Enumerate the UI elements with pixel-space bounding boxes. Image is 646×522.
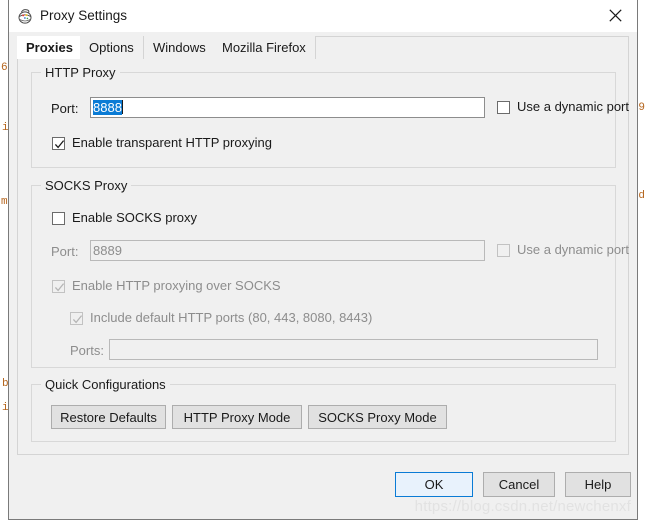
socks-port-label: Port: [51, 244, 79, 259]
checkbox-box [497, 100, 510, 114]
enable-socks-proxy-label: Enable SOCKS proxy [72, 210, 198, 225]
enable-transparent-http-proxying-checkbox[interactable]: Enable transparent HTTP proxying [52, 135, 272, 151]
http-port-value: 8888 [93, 100, 122, 115]
background-text-fragment: 6 [1, 62, 8, 74]
proxy-settings-dialog: Proxy Settings Proxies Options Windows M… [8, 0, 638, 520]
ok-button[interactable]: OK [395, 472, 473, 497]
tab-proxies[interactable]: Proxies [17, 36, 83, 60]
checkbox-box [52, 211, 65, 225]
http-proxy-group-title: HTTP Proxy [41, 65, 120, 80]
tab-windows[interactable]: Windows [144, 36, 216, 60]
http-proxy-group: HTTP Proxy Port: 8888 Use a dynamic port… [31, 65, 629, 168]
socks-proxy-group-title: SOCKS Proxy [41, 178, 132, 193]
http-dynamic-port-checkbox[interactable]: Use a dynamic port [497, 99, 629, 115]
text-caret [121, 100, 123, 114]
titlebar: Proxy Settings [9, 0, 637, 32]
quick-configurations-group-title: Quick Configurations [41, 377, 170, 392]
proxies-tab-page: HTTP Proxy Port: 8888 Use a dynamic port… [17, 59, 629, 455]
socks-port-input[interactable]: 8889 [90, 240, 485, 261]
tab-options[interactable]: Options [80, 36, 144, 60]
checkbox-box [70, 311, 83, 325]
tab-mozilla-firefox[interactable]: Mozilla Firefox [213, 36, 316, 60]
include-default-http-ports-label: Include default HTTP ports (80, 443, 808… [90, 310, 373, 325]
enable-transparent-http-proxying-label: Enable transparent HTTP proxying [72, 135, 272, 150]
socks-ports-input[interactable] [109, 339, 598, 360]
fiddler-icon [16, 7, 34, 25]
socks-proxy-mode-button[interactable]: SOCKS Proxy Mode [308, 405, 447, 429]
socks-port-value: 8889 [93, 243, 122, 258]
socks-ports-label: Ports: [70, 343, 104, 358]
restore-defaults-button[interactable]: Restore Defaults [51, 405, 166, 429]
http-proxy-mode-button[interactable]: HTTP Proxy Mode [172, 405, 302, 429]
enable-socks-proxy-checkbox[interactable]: Enable SOCKS proxy [52, 210, 197, 226]
checkmark-icon [54, 282, 65, 291]
quick-configurations-group: Quick Configurations Restore Defaults HT… [31, 377, 616, 442]
help-button[interactable]: Help [565, 472, 631, 497]
include-default-http-ports-checkbox[interactable]: Include default HTTP ports (80, 443, 808… [70, 310, 372, 326]
close-icon[interactable] [593, 0, 637, 31]
tab-strip: Proxies Options Windows Mozilla Firefox [17, 36, 629, 60]
socks-dynamic-port-checkbox[interactable]: Use a dynamic port [497, 242, 629, 258]
http-dynamic-port-label: Use a dynamic port [517, 99, 629, 114]
socks-proxy-group: SOCKS Proxy Enable SOCKS proxy Port: 888… [31, 178, 629, 368]
http-port-label: Port: [51, 101, 79, 116]
window-title: Proxy Settings [40, 8, 128, 23]
http-port-input[interactable]: 8888 [90, 97, 485, 118]
checkbox-box [52, 279, 65, 293]
background-text-fragment: m [1, 196, 8, 208]
cancel-button[interactable]: Cancel [483, 472, 555, 497]
checkbox-box [497, 243, 510, 257]
checkmark-icon [54, 139, 65, 148]
checkbox-box [52, 136, 65, 150]
enable-http-proxying-over-socks-label: Enable HTTP proxying over SOCKS [72, 278, 281, 293]
enable-http-proxying-over-socks-checkbox[interactable]: Enable HTTP proxying over SOCKS [52, 278, 281, 294]
socks-dynamic-port-label: Use a dynamic port [517, 242, 629, 257]
watermark: https://blog.csdn.net/newchenxf [414, 498, 631, 515]
checkmark-icon [72, 314, 83, 323]
